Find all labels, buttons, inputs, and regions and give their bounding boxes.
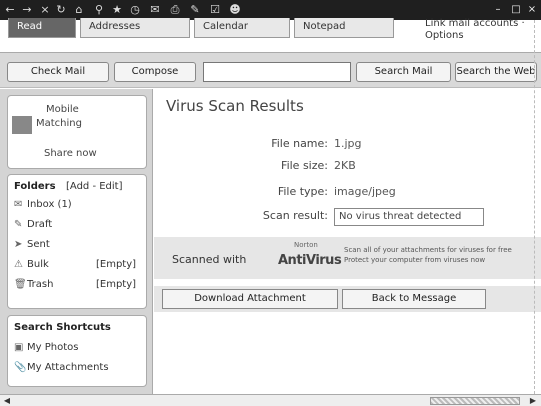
promo-line: Matching xyxy=(36,118,82,129)
page-title: Virus Scan Results xyxy=(166,97,304,115)
stop-icon[interactable]: × xyxy=(38,3,52,17)
shortcut-my-attachments[interactable]: 📎My Attachments xyxy=(14,362,109,373)
horizontal-scrollbar[interactable]: ◀ ▶ xyxy=(0,394,541,406)
folders-panel: Folders [Add - Edit] ✉ Inbox (1) ✎ Draft ➤… xyxy=(7,174,147,309)
favorites-icon[interactable]: ★ xyxy=(110,3,124,17)
search-input[interactable] xyxy=(203,62,351,82)
search-shortcuts-title: Search Shortcuts xyxy=(14,322,111,333)
inbox-icon: ✉ xyxy=(14,199,23,210)
check-mail-button[interactable]: Check Mail xyxy=(7,62,109,82)
folder-trash[interactable]: 🗑Trash [Empty] xyxy=(14,279,142,290)
search-shortcuts-panel: Search Shortcuts ▣ My Photos 📎My Attachme… xyxy=(7,315,147,387)
file-size-label: File size: xyxy=(281,159,328,172)
close-icon[interactable]: × xyxy=(524,3,540,17)
file-size-value: 2KB xyxy=(334,159,356,172)
folders-title: Folders xyxy=(14,181,56,192)
folder-draft[interactable]: ✎ Draft xyxy=(14,219,52,230)
mail-icon[interactable]: ✉ xyxy=(148,3,162,17)
search-mail-button[interactable]: Search Mail xyxy=(356,62,451,82)
toolbar-strip: ← → × ↻ ⌂ ⚲ ★ ◷ ✉ ⎙ ✎ ☑ ☻ – □ × xyxy=(0,0,541,20)
link-mail-options[interactable]: Link mail accounts · Options xyxy=(425,18,540,42)
tab-notepad[interactable]: Notepad xyxy=(294,18,394,38)
scan-results-pane: Virus Scan Results File name: 1.jpg File… xyxy=(154,89,541,394)
minimize-icon[interactable]: – xyxy=(490,3,506,17)
antivirus-brand-sub: Norton xyxy=(294,241,318,249)
promo-line: Share now xyxy=(44,148,97,159)
search-web-button[interactable]: Search the Web xyxy=(455,62,537,82)
draft-icon: ✎ xyxy=(14,219,23,230)
refresh-icon[interactable]: ↻ xyxy=(54,3,68,17)
print-icon[interactable]: ⎙ xyxy=(168,3,182,17)
sidebar: Mobile Matching Share now Folders [Add -… xyxy=(0,89,153,394)
attachment-icon: 📎 xyxy=(14,362,27,373)
back-icon[interactable]: ← xyxy=(3,3,17,17)
folders-add-edit-link[interactable]: [Add - Edit] xyxy=(66,181,123,192)
antivirus-blurb: Scan all of your attachments for viruses… xyxy=(344,246,512,264)
vertical-scrollbar[interactable] xyxy=(534,20,541,394)
browser-toolbar: ← → × ↻ ⌂ ⚲ ★ ◷ ✉ ⎙ ✎ ☑ ☻ – □ × Read Add… xyxy=(0,0,541,42)
maximize-icon[interactable]: □ xyxy=(508,3,524,17)
edit-icon[interactable]: ✎ xyxy=(188,3,202,17)
scanned-with-label: Scanned with xyxy=(172,253,247,266)
tab-addresses[interactable]: Addresses xyxy=(80,18,190,38)
scroll-right-icon[interactable]: ▶ xyxy=(528,396,538,406)
folder-bulk[interactable]: ⚠ Bulk [Empty] xyxy=(14,259,142,270)
scan-result-value: No virus threat detected xyxy=(334,208,484,226)
back-to-message-button[interactable]: Back to Message xyxy=(342,289,486,309)
bulk-icon: ⚠ xyxy=(14,259,23,270)
folder-sent[interactable]: ➤ Sent xyxy=(14,239,50,250)
history-icon[interactable]: ◷ xyxy=(128,3,142,17)
promo-image xyxy=(12,116,32,134)
promo-panel[interactable]: Mobile Matching Share now xyxy=(7,95,147,169)
file-type-value: image/jpeg xyxy=(334,185,396,198)
antivirus-logo: AntiVirus xyxy=(278,253,342,268)
file-name-label: File name: xyxy=(271,137,328,150)
file-type-label: File type: xyxy=(277,185,328,198)
empty-trash-link[interactable]: [Empty] xyxy=(96,279,136,290)
scan-result-label: Scan result: xyxy=(262,209,328,222)
messenger-icon[interactable]: ☻ xyxy=(228,3,242,17)
promo-line: Mobile xyxy=(46,104,79,115)
search-icon[interactable]: ⚲ xyxy=(92,3,106,17)
discuss-icon[interactable]: ☑ xyxy=(208,3,222,17)
scroll-left-icon[interactable]: ◀ xyxy=(2,396,12,406)
scanned-with-bar: Scanned with Norton AntiVirus Scan all o… xyxy=(154,237,541,279)
home-icon[interactable]: ⌂ xyxy=(72,3,86,17)
compose-button[interactable]: Compose xyxy=(114,62,196,82)
tab-read[interactable]: Read xyxy=(8,18,76,38)
sent-icon: ➤ xyxy=(14,239,23,250)
photo-icon: ▣ xyxy=(14,342,24,353)
shortcut-my-photos[interactable]: ▣ My Photos xyxy=(14,342,78,353)
file-name-value: 1.jpg xyxy=(334,137,362,150)
forward-icon[interactable]: → xyxy=(20,3,34,17)
scroll-thumb[interactable] xyxy=(430,397,520,405)
action-bar: Check Mail Compose Search Mail Search th… xyxy=(0,52,541,88)
mail-tabs: Read Addresses Calendar Notepad xyxy=(0,18,430,38)
download-attachment-button[interactable]: Download Attachment xyxy=(162,289,338,309)
folder-inbox[interactable]: ✉ Inbox (1) xyxy=(14,199,72,210)
empty-bulk-link[interactable]: [Empty] xyxy=(96,259,136,270)
trash-icon: 🗑 xyxy=(14,279,27,290)
tab-calendar[interactable]: Calendar xyxy=(194,18,290,38)
attachment-actions-bar: Download Attachment Back to Message xyxy=(154,286,541,312)
